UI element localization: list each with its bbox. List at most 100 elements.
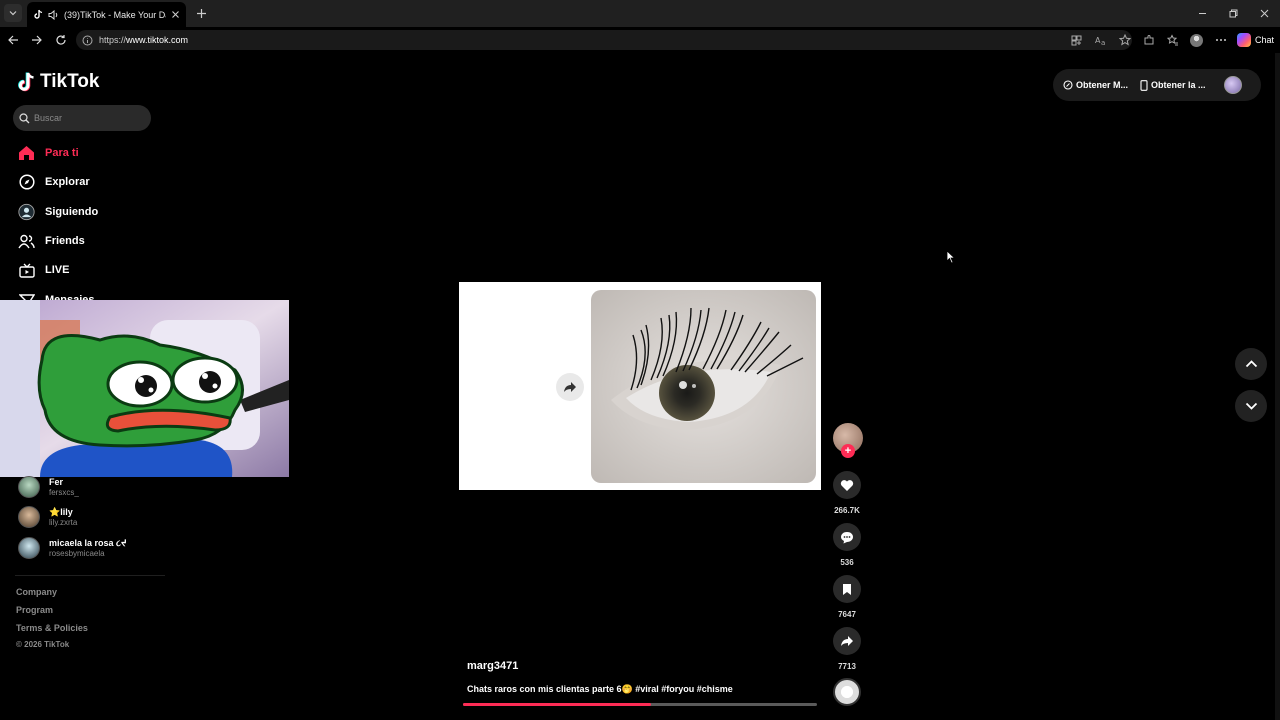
tiktok-logo-icon (18, 72, 34, 92)
account-handle: lily.zxrta (49, 518, 78, 527)
translate-icon[interactable]: Aa (1093, 32, 1109, 48)
footer-link-terms[interactable]: Terms & Policies (16, 623, 88, 633)
speaker-icon[interactable] (48, 9, 59, 20)
browser-tab-strip: (39)TikTok - Make Your Day (0, 0, 1280, 27)
webcam-overlay (0, 300, 289, 477)
following-account[interactable]: ⭐lily lily.zxrta (18, 506, 77, 528)
sidebar-item-explorar[interactable]: Explorar (18, 172, 90, 192)
forward-button[interactable] (28, 31, 46, 49)
extensions-icon[interactable] (1141, 32, 1157, 48)
url-prefix: https:// (99, 35, 127, 45)
video-progress-bar[interactable] (463, 703, 817, 706)
heart-icon (840, 479, 854, 491)
reload-button[interactable] (52, 31, 70, 49)
share-icon (841, 636, 853, 646)
sidebar-item-label: LIVE (45, 264, 70, 276)
coin-icon (1063, 80, 1073, 90)
sidebar-item-label: Siguiendo (45, 206, 99, 218)
more-menu-icon[interactable] (1213, 32, 1229, 48)
account-name: ⭐lily (49, 507, 73, 517)
arrow-right-icon (32, 35, 42, 45)
comment-button[interactable] (833, 523, 861, 551)
new-tab-button[interactable] (192, 4, 210, 22)
close-window-button[interactable] (1249, 0, 1280, 27)
copyright: © 2026 TikTok (16, 640, 70, 649)
url-domain: www.tiktok.com (126, 35, 189, 45)
minimize-icon (1199, 13, 1206, 14)
sidebar-item-siguiendo[interactable]: Siguiendo (18, 202, 98, 222)
back-button[interactable] (4, 31, 22, 49)
tiktok-logo[interactable]: TikTok (18, 71, 99, 93)
share-button[interactable] (833, 627, 861, 655)
arrow-left-icon (8, 35, 18, 45)
get-app-label: Obtener la ... (1151, 80, 1206, 90)
video-player[interactable] (459, 282, 821, 490)
home-icon (18, 145, 35, 162)
reload-icon (56, 35, 66, 45)
friends-icon (18, 233, 35, 250)
get-coins-label: Obtener M... (1076, 80, 1129, 90)
video-caption: Chats raros con mis clientas parte 6🤭 #v… (467, 684, 733, 694)
chevron-down-icon (1245, 402, 1257, 410)
get-app-button[interactable]: Obtener la ... (1140, 79, 1206, 91)
search-box[interactable] (13, 105, 151, 131)
restore-button[interactable] (1218, 0, 1249, 27)
like-button[interactable] (833, 471, 861, 499)
account-name: Fer (49, 477, 64, 487)
chevron-up-icon (1245, 360, 1257, 368)
bookmark-icon (843, 583, 851, 595)
phone-icon (1140, 79, 1148, 91)
sidebar-divider (15, 575, 165, 576)
page-scrollbar[interactable] (1275, 53, 1280, 720)
profile-avatar-icon[interactable] (1189, 32, 1205, 48)
video-progress-fill (463, 703, 651, 706)
minimize-button[interactable] (1187, 0, 1218, 27)
close-tab-icon[interactable] (171, 10, 180, 19)
share-count: 7713 (838, 662, 856, 671)
copilot-chat-button[interactable]: Chat (1236, 33, 1274, 47)
header-actions: Obtener M... Obtener la ... (1053, 69, 1261, 101)
search-input[interactable] (34, 113, 144, 123)
following-account[interactable]: Fer fersxcs_ (18, 476, 79, 498)
sidebar-item-friends[interactable]: Friends (18, 231, 85, 251)
following-account[interactable]: micaela la rosa ૮ᔪ rosesbymicaela (18, 537, 127, 559)
window-controls (1187, 0, 1280, 27)
eyelash-photo (591, 290, 816, 483)
site-info-icon[interactable] (82, 35, 93, 46)
profile-avatar[interactable] (1223, 76, 1242, 94)
sidebar-item-label: Para ti (45, 147, 79, 159)
browser-tools: Aa Chat (1069, 31, 1274, 49)
save-count: 7647 (838, 610, 856, 619)
mouse-cursor-icon (946, 250, 956, 269)
get-coins-button[interactable]: Obtener M... (1063, 80, 1128, 90)
previous-video-button[interactable] (1235, 348, 1267, 380)
copilot-icon (1236, 33, 1251, 47)
account-handle: fersxcs_ (49, 488, 79, 497)
like-count: 266.7K (834, 506, 860, 515)
restore-icon (1229, 9, 1238, 18)
following-icon (18, 203, 35, 221)
live-icon (18, 262, 35, 279)
address-bar[interactable]: https://www.tiktok.com (76, 30, 1132, 50)
footer-link-company[interactable]: Company (16, 587, 57, 597)
music-disc-icon[interactable] (833, 678, 861, 706)
comment-count: 536 (840, 558, 854, 567)
chevron-down-icon (9, 11, 17, 16)
follow-button[interactable]: + (841, 444, 855, 458)
video-author[interactable]: marg3471 (467, 660, 518, 672)
sidebar-item-live[interactable]: LIVE (18, 260, 69, 280)
app-available-icon[interactable] (1069, 32, 1085, 48)
footer-link-program[interactable]: Program (16, 605, 53, 615)
next-video-button[interactable] (1235, 390, 1267, 422)
avatar (18, 537, 40, 559)
tab-list-button[interactable] (4, 4, 22, 22)
account-name: micaela la rosa ૮ᔪ (49, 538, 127, 548)
svg-text:a: a (1101, 39, 1105, 46)
save-button[interactable] (833, 575, 861, 603)
favorites-icon[interactable] (1165, 32, 1181, 48)
sidebar-item-para-ti[interactable]: Para ti (18, 143, 79, 163)
tiktok-page: TikTok Para ti Explorar Siguiendo Friend… (0, 53, 1275, 720)
sidebar-item-label: Friends (45, 235, 85, 247)
browser-tab[interactable]: (39)TikTok - Make Your Day (27, 2, 186, 27)
favorite-star-icon[interactable] (1117, 32, 1133, 48)
